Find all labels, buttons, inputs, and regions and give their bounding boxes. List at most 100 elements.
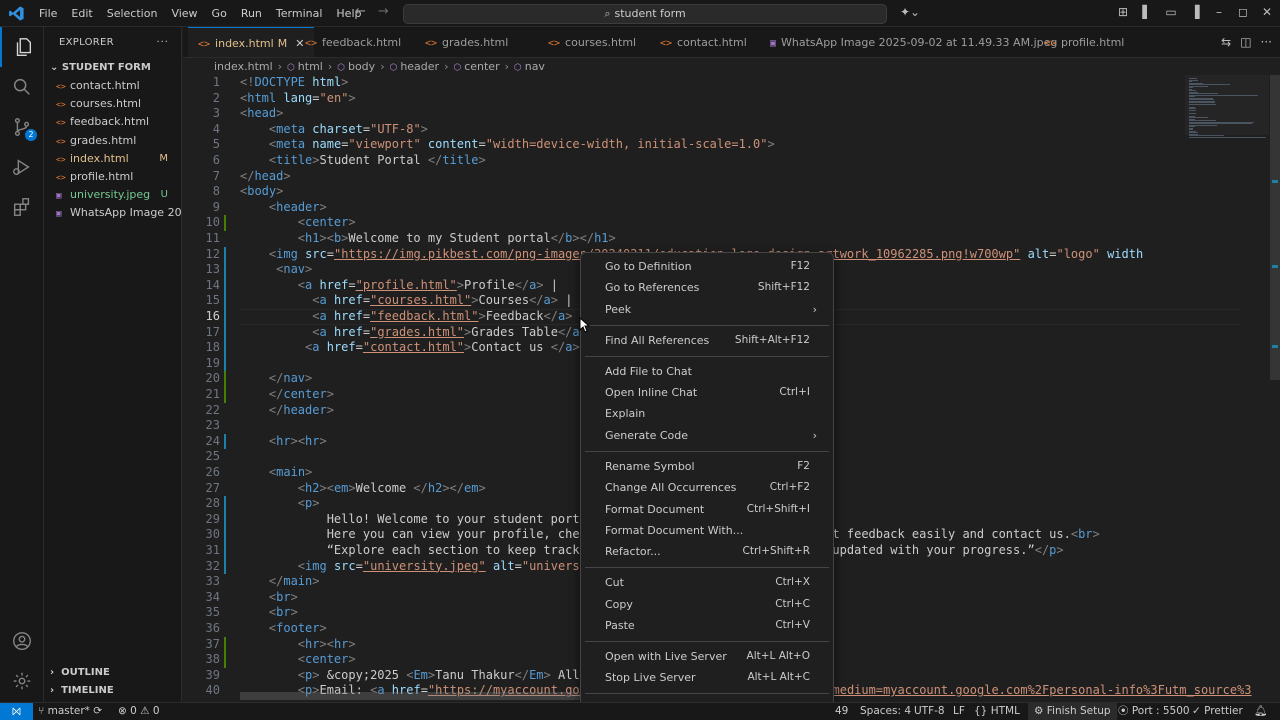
copilot-icon[interactable]: ✦⌄	[900, 5, 920, 19]
breadcrumb-item[interactable]: html	[298, 60, 323, 73]
menu-item-refactor[interactable]: Refactor... Ctrl+Shift+R	[585, 541, 829, 562]
source-control-activity[interactable]: 2	[0, 107, 44, 147]
menu-item-change-all-occurrences[interactable]: Change All Occurrences Ctrl+F2	[585, 477, 829, 498]
menu-item-go-to-references[interactable]: Go to References Shift+F12	[585, 277, 829, 298]
menu-item-rename-symbol[interactable]: Rename Symbol F2	[585, 456, 829, 477]
menu-go[interactable]: Go	[205, 0, 234, 27]
menu-selection[interactable]: Selection	[100, 0, 165, 27]
menu-item-label: Peek	[605, 302, 632, 316]
toggle-secondary-sidebar-icon[interactable]: ▐	[1188, 5, 1202, 19]
code-text: <h1><b>Welcome to my Student portal</b><…	[240, 231, 616, 247]
html-file-icon: <>	[56, 82, 66, 91]
indentation[interactable]: Spaces: 4	[860, 703, 911, 720]
menu-item-stop-live-server[interactable]: Stop Live Server Alt+L Alt+C	[585, 667, 829, 688]
run-debug-activity[interactable]	[0, 147, 44, 187]
image-file-icon: ▣	[56, 209, 62, 220]
file-item[interactable]: <> profile.html	[44, 168, 181, 186]
scrollbar-thumb[interactable]	[1270, 75, 1280, 380]
minimize-icon[interactable]: –	[1212, 5, 1226, 19]
file-item[interactable]: <> feedback.html	[44, 113, 181, 131]
compare-icon[interactable]: ⇆	[1221, 35, 1231, 49]
menu-item-cut[interactable]: Cut Ctrl+X	[585, 572, 829, 593]
finish-setup-button[interactable]: ⚙ Finish Setup	[1028, 703, 1117, 720]
line-ending[interactable]: LF	[953, 703, 965, 720]
breadcrumb-item[interactable]: index.html	[214, 60, 273, 73]
menu-item-format-document-with[interactable]: Format Document With...	[585, 520, 829, 541]
menu-view[interactable]: View	[164, 0, 204, 27]
breadcrumb-item[interactable]: header	[400, 60, 439, 73]
toggle-sidebar-icon[interactable]: ▌	[1140, 5, 1154, 19]
gutter-change-marker	[224, 215, 226, 231]
workspace-folder[interactable]: ⌄ STUDENT FORM	[44, 59, 181, 77]
minimap[interactable]	[1185, 75, 1269, 702]
toggle-panel-icon[interactable]: ▭	[1164, 5, 1178, 19]
token: href	[326, 340, 356, 355]
explorer-activity[interactable]	[0, 27, 44, 67]
file-item[interactable]: <> courses.html	[44, 95, 181, 113]
vertical-scrollbar[interactable]	[1270, 75, 1280, 702]
tab-profile[interactable]: <> profile.html	[1034, 27, 1134, 57]
breadcrumb-item[interactable]: center	[464, 60, 499, 73]
cursor-position[interactable]: 49	[835, 703, 848, 720]
horizontal-scrollbar[interactable]	[240, 692, 580, 700]
file-item[interactable]: <> grades.html	[44, 132, 181, 150]
back-arrow-icon[interactable]: ←	[355, 4, 366, 19]
menu-terminal[interactable]: Terminal	[269, 0, 330, 27]
breadcrumb-item[interactable]: nav	[525, 60, 545, 73]
outline-section[interactable]: › OUTLINE	[44, 664, 182, 682]
more-actions-icon[interactable]: ···	[156, 27, 169, 59]
menu-item-open-inline-chat[interactable]: Open Inline Chat Ctrl+I	[585, 382, 829, 403]
tab-courses[interactable]: <> courses.html	[538, 27, 646, 57]
menu-item-add-file-to-chat[interactable]: Add File to Chat	[585, 361, 829, 382]
menu-item-go-to-definition[interactable]: Go to Definition F12	[585, 256, 829, 277]
gutter-change-marker	[224, 277, 226, 294]
extensions-activity[interactable]	[0, 187, 44, 227]
token: h2	[305, 480, 320, 495]
tab-feedback[interactable]: <> feedback.html	[295, 27, 411, 57]
branch-name: master*	[47, 705, 90, 717]
menu-item-generate-code[interactable]: Generate Code ›	[585, 425, 829, 446]
line-number: 28	[205, 496, 220, 511]
tab-whatsapp[interactable]: ▣ WhatsApp Image 2025-09-02 at 11.49.33 A…	[760, 27, 1067, 57]
breadcrumb-item[interactable]: body	[348, 60, 375, 73]
menu-file[interactable]: File	[32, 0, 64, 27]
forward-arrow-icon[interactable]: →	[378, 4, 389, 19]
accounts-activity[interactable]	[0, 621, 44, 661]
problems-indicator[interactable]: ⊗ 0 ⚠ 0	[118, 703, 160, 720]
menu-item-open-with-live-server[interactable]: Open with Live Server Alt+L Alt+O	[585, 646, 829, 667]
timeline-section[interactable]: › TIMELINE	[44, 682, 182, 700]
encoding[interactable]: UTF-8	[914, 703, 945, 720]
menu-item-copy[interactable]: Copy Ctrl+C	[585, 594, 829, 615]
menu-item-format-document[interactable]: Format Document Ctrl+Shift+I	[585, 499, 829, 520]
file-item[interactable]: ▣ WhatsApp Image 20...	[44, 204, 181, 222]
maximize-icon[interactable]: ◻	[1236, 5, 1250, 19]
search-activity[interactable]	[0, 67, 44, 107]
file-item[interactable]: ▣ university.jpeg U	[44, 186, 181, 204]
token: Courses	[478, 293, 530, 308]
menu-item-paste[interactable]: Paste Ctrl+V	[585, 615, 829, 636]
token: html	[312, 75, 342, 89]
menu-item-explain[interactable]: Explain	[585, 403, 829, 424]
window-controls: ⊞ ▌ ▭ ▐ – ◻ ✕	[1116, 5, 1274, 19]
menu-run[interactable]: Run	[234, 0, 269, 27]
language-mode[interactable]: {} HTML	[974, 703, 1020, 720]
remote-indicator-icon[interactable]: ⨝	[0, 703, 33, 720]
close-window-icon[interactable]: ✕	[1260, 5, 1274, 19]
file-item[interactable]: <> contact.html	[44, 77, 181, 95]
more-actions-icon[interactable]: ···	[1261, 35, 1272, 49]
prettier-indicator[interactable]: ✓ Prettier	[1192, 703, 1243, 720]
live-server-port[interactable]: ⦿ Port : 5500	[1118, 703, 1190, 720]
menu-item-peek[interactable]: Peek ›	[585, 299, 829, 320]
command-center-search[interactable]: ⌕ student form	[403, 4, 887, 24]
manage-activity[interactable]	[0, 661, 44, 701]
menu-item-find-all-references[interactable]: Find All References Shift+Alt+F12	[585, 330, 829, 351]
tab-contact[interactable]: <> contact.html	[650, 27, 757, 57]
file-item[interactable]: <> index.html M	[44, 150, 181, 168]
branch-indicator[interactable]: ⑂ master* ⟳	[38, 703, 102, 720]
customize-layout-icon[interactable]: ⊞	[1116, 5, 1130, 19]
split-editor-icon[interactable]: ◫	[1240, 35, 1251, 49]
tab-grades[interactable]: <> grades.html	[415, 27, 518, 57]
menu-edit[interactable]: Edit	[64, 0, 99, 27]
notifications-icon[interactable]: 🔔︎	[1254, 703, 1267, 720]
